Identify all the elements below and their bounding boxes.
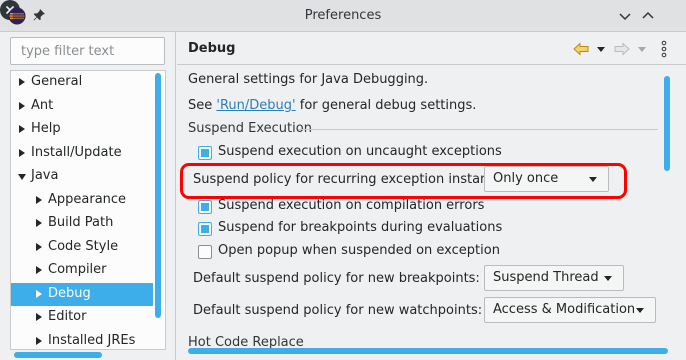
window-title: Preferences (304, 8, 382, 23)
expand-arrow-icon[interactable] (19, 148, 25, 157)
expand-arrow-icon[interactable] (19, 78, 25, 86)
tree-item-label: Compiler (48, 262, 107, 277)
filter-input[interactable] (10, 37, 165, 65)
tree-item-label: Appearance (48, 191, 127, 207)
see-suffix: for general debug settings. (295, 98, 477, 113)
tree-item-label: Help (31, 121, 61, 136)
suspend-compilation-label: Suspend execution on compilation errors (218, 198, 485, 213)
tree-item-java[interactable]: Java (11, 165, 153, 188)
open-popup-checkbox[interactable] (198, 245, 212, 259)
chevron-down-icon (636, 308, 644, 313)
intro-text: General settings for Java Debugging. (188, 72, 429, 87)
expand-arrow-icon[interactable] (36, 313, 42, 321)
tree-item-ant[interactable]: Ant (11, 95, 153, 118)
maximize-icon[interactable] (640, 8, 656, 24)
tree-horizontal-scrollbar[interactable] (14, 352, 102, 358)
tree-item-label: Code Style (48, 238, 119, 254)
tree-item-install-update[interactable]: Install/Update (11, 142, 153, 165)
watchpoint-policy-label: Default suspend policy for new watchpoin… (193, 303, 483, 318)
open-popup-label: Open popup when suspended on exception (218, 243, 500, 258)
back-history-dropdown-icon[interactable] (597, 47, 605, 52)
expand-arrow-icon[interactable] (36, 195, 42, 204)
page-title: Debug (188, 41, 236, 56)
tree-item-code-style[interactable]: Code Style (11, 236, 153, 259)
tree-item-appearance[interactable]: Appearance (11, 189, 153, 212)
expand-arrow-icon[interactable] (36, 266, 42, 274)
forward-history-dropdown-icon[interactable] (638, 47, 646, 52)
tree-vertical-scrollbar[interactable] (155, 73, 161, 318)
tree-item-label: Installed JREs (48, 332, 136, 348)
debug-settings-content: General settings for Java Debugging. See… (188, 65, 658, 350)
breakpoint-policy-label: Default suspend policy for new breakpoin… (193, 271, 480, 286)
tree-item-installed-jres[interactable]: Installed JREs (11, 330, 153, 350)
tree-item-general[interactable]: General (11, 71, 153, 94)
tree-item-debug[interactable]: Debug (11, 282, 153, 306)
suspend-breakpoints-eval-checkbox[interactable] (198, 222, 212, 236)
forward-arrow-icon[interactable] (614, 42, 630, 56)
tree-item-label: Java (31, 168, 59, 183)
suspend-compilation-checkbox[interactable] (198, 200, 212, 214)
see-prefix: See (188, 98, 217, 113)
suspend-uncaught-checkbox[interactable] (198, 146, 212, 160)
preference-tree: General Ant Help Install/Update Java App… (10, 70, 166, 350)
minimize-icon[interactable] (617, 8, 633, 24)
chevron-down-icon (604, 276, 612, 281)
suspend-breakpoints-eval-label: Suspend for breakpoints during evaluatio… (218, 220, 503, 235)
run-debug-link[interactable]: 'Run/Debug' (216, 98, 295, 113)
expand-arrow-icon[interactable] (36, 336, 42, 345)
breakpoint-policy-value: Suspend Thread (493, 270, 599, 285)
left-panel: General Ant Help Install/Update Java App… (0, 32, 176, 360)
expand-arrow-icon[interactable] (36, 219, 42, 227)
tree-item-build-path[interactable]: Build Path (11, 212, 153, 235)
tree-item-label: Install/Update (31, 144, 122, 160)
expand-arrow-icon[interactable] (19, 125, 25, 133)
group-separator (298, 129, 658, 130)
expand-arrow-icon[interactable] (36, 289, 42, 298)
tree-item-label: Ant (31, 97, 54, 113)
back-arrow-icon[interactable] (573, 42, 589, 56)
title-bar: Preferences (0, 0, 686, 32)
watchpoint-policy-dropdown[interactable]: Access & Modification (484, 297, 656, 323)
collapse-arrow-icon[interactable] (18, 174, 26, 180)
view-menu-icon[interactable] (660, 40, 668, 58)
suspend-execution-group-label: Suspend Execution (188, 121, 312, 136)
suspend-uncaught-label: Suspend execution on uncaught exceptions (218, 144, 502, 159)
expand-arrow-icon[interactable] (19, 101, 25, 110)
tree-item-label: General (31, 74, 83, 89)
breakpoint-policy-dropdown[interactable]: Suspend Thread (484, 265, 624, 291)
tree-item-label: Debug (48, 285, 91, 301)
annotation-highlight-box (180, 163, 627, 199)
expand-arrow-icon[interactable] (36, 242, 42, 251)
content-horizontal-scrollbar[interactable] (188, 348, 668, 354)
tree-item-help[interactable]: Help (11, 118, 153, 141)
content-vertical-scrollbar[interactable] (664, 76, 670, 171)
see-run-debug-text: See 'Run/Debug' for general debug settin… (188, 98, 476, 113)
tree-item-compiler[interactable]: Compiler (11, 259, 153, 282)
tree-item-editor[interactable]: Editor (11, 306, 153, 329)
watchpoint-policy-value: Access & Modification (493, 302, 636, 317)
tree-item-label: Build Path (48, 215, 114, 230)
tree-item-label: Editor (48, 309, 87, 324)
